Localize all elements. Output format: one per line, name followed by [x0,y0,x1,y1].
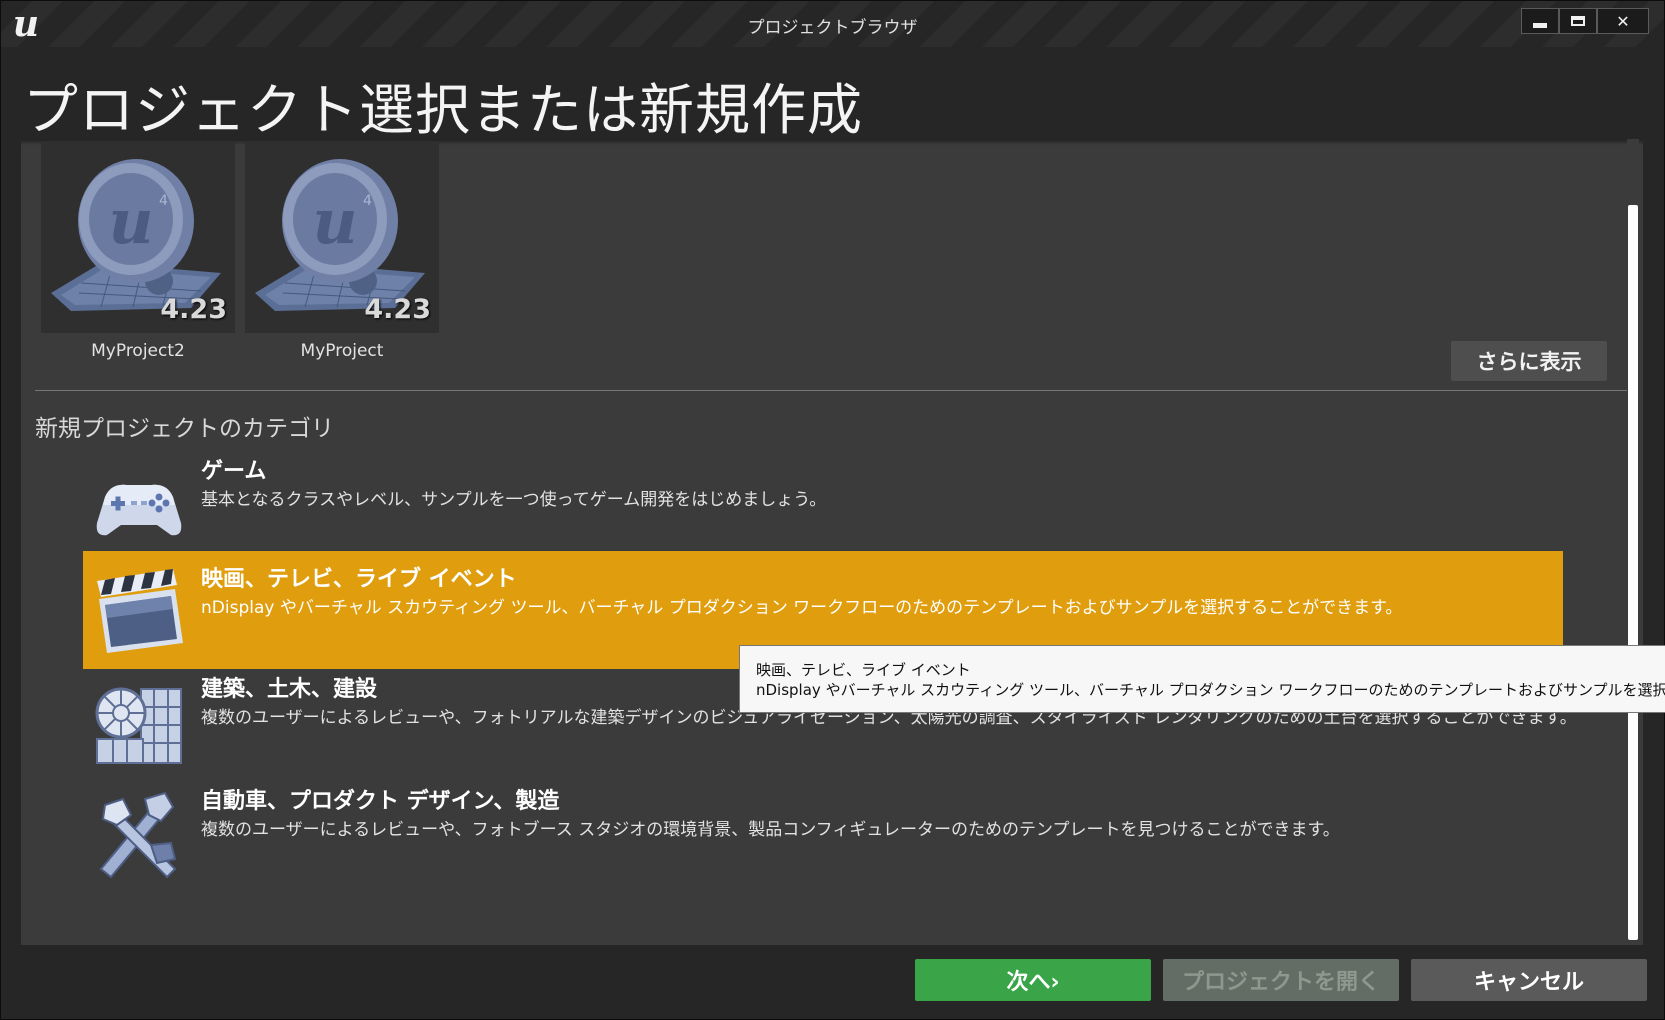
svg-text:4: 4 [363,193,372,209]
next-button[interactable]: 次へ› [915,959,1151,1001]
show-more-button[interactable]: さらに表示 [1451,341,1607,381]
category-title: 建築、土木、建設 [201,677,378,702]
maximize-icon [1571,16,1585,26]
section-divider [35,390,1629,391]
category-tooltip: 映画、テレビ、ライブ イベント nDisplay やバーチャル スカウティング … [739,645,1665,713]
project-browser-window: u プロジェクトブラウザ ✕ プロジェクト選択または新規作成 u 4 4.23 … [0,0,1665,1020]
category-title: ゲーム [201,459,267,484]
svg-text:4: 4 [159,193,168,209]
minimize-button[interactable] [1521,8,1559,34]
maximize-button[interactable] [1559,8,1597,34]
architecture-icon [95,687,182,764]
category-game[interactable]: ゲーム 基本となるクラスやレベル、サンプルを一つ使ってゲーム開発をはじめましょう… [83,443,1563,561]
project-tile-myproject[interactable]: u 4 4.23 [245,143,439,333]
tools-icon [99,791,177,879]
category-description: 基本となるクラスやレベル、サンプルを一つ使ってゲーム開発をはじめましょう。 [201,490,827,510]
project-name-label: MyProject2 [91,341,185,361]
project-name-label: MyProject [300,341,384,361]
scrollbar-thumb[interactable] [1628,205,1638,940]
clapperboard-icon [97,569,183,653]
cancel-button[interactable]: キャンセル [1411,959,1647,1001]
category-title: 自動車、プロダクト デザイン、製造 [201,789,560,814]
title-bar[interactable]: u プロジェクトブラウザ ✕ [1,1,1664,47]
window-title: プロジェクトブラウザ [747,18,918,38]
minimize-icon [1533,22,1547,28]
project-panel: u 4 4.23 MyProject2 u 4 4.23 MyProject さ… [21,139,1643,945]
close-icon: ✕ [1616,11,1630,31]
page-title: プロジェクト選択または新規作成 [23,78,864,142]
project-tile-myproject2[interactable]: u 4 4.23 [41,143,235,333]
category-title: 映画、テレビ、ライブ イベント [201,567,517,592]
tooltip-description: nDisplay やバーチャル スカウティング ツール、バーチャル プロダクショ… [756,681,1665,699]
category-automotive-product-design[interactable]: 自動車、プロダクト デザイン、製造 複数のユーザーによるレビューや、フォトブース… [83,773,1563,891]
gamepad-icon [96,484,182,536]
project-version-badge: 4.23 [160,294,227,325]
close-button[interactable]: ✕ [1597,8,1649,34]
category-description: nDisplay やバーチャル スカウティング ツール、バーチャル プロダクショ… [201,598,1403,618]
svg-text:u: u [108,185,153,258]
svg-text:u: u [312,185,357,258]
project-version-badge: 4.23 [364,294,431,325]
category-description: 複数のユーザーによるレビューや、フォトブース スタジオの環境背景、製品コンフィギ… [201,820,1340,840]
open-project-button[interactable]: プロジェクトを開く [1163,959,1399,1001]
category-heading: 新規プロジェクトのカテゴリ [35,416,334,442]
tooltip-title: 映画、テレビ、ライブ イベント [756,661,971,679]
